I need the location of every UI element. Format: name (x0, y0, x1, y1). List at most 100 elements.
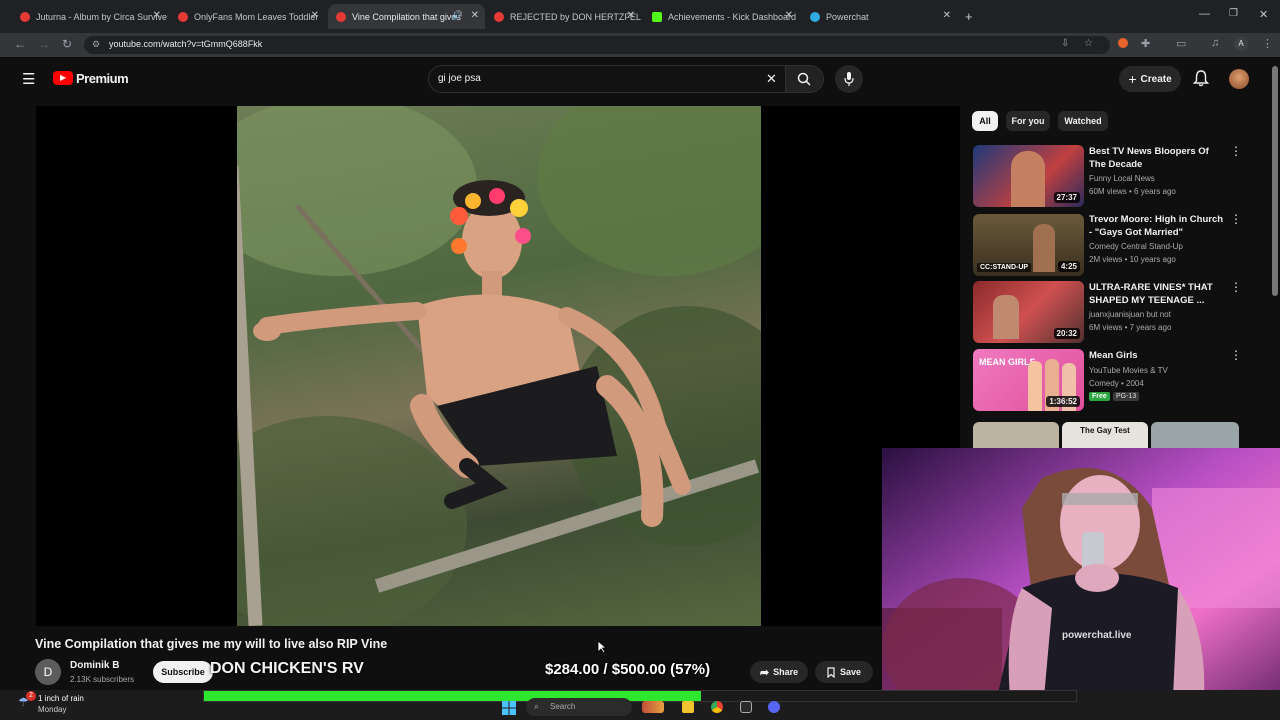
chip-watched[interactable]: Watched (1058, 111, 1108, 131)
share-button[interactable]: ➦ Share (750, 661, 808, 683)
new-tab-icon[interactable]: + (965, 9, 973, 24)
related-video-channel[interactable]: Comedy Central Stand-Up (1089, 242, 1183, 251)
subscribe-button[interactable]: Subscribe (153, 661, 213, 683)
browser-tab-active[interactable]: Vine Compilation that gives 🔊 ✕ (328, 4, 485, 29)
sidebar-scrollbar[interactable] (1272, 66, 1278, 296)
duration-badge: 27:37 (1053, 192, 1080, 203)
address-bar[interactable]: ⚙ youtube.com/watch?v=tGmmQ688Fkk ⇩ ☆ (84, 36, 1110, 54)
reload-icon[interactable]: ↻ (62, 37, 72, 51)
notifications-bell-icon[interactable] (1193, 70, 1209, 87)
account-avatar[interactable] (1229, 69, 1249, 89)
search-button[interactable] (786, 65, 824, 93)
widgets-icon[interactable] (642, 701, 664, 713)
hamburger-menu-icon[interactable]: ☰ (22, 70, 35, 88)
related-video-title[interactable]: ULTRA-RARE VINES* THAT SHAPED MY TEENAGE… (1089, 281, 1224, 307)
chip-for-you[interactable]: For you (1006, 111, 1050, 131)
short-thumbnail[interactable]: The Gay Test (1062, 422, 1148, 448)
create-button[interactable]: + Create (1119, 66, 1181, 92)
thumbnail-person (1028, 361, 1042, 411)
channel-avatar[interactable]: D (35, 659, 61, 685)
donation-goal-text: $284.00 / $500.00 (57%) (545, 661, 711, 678)
extension-icon[interactable] (1118, 38, 1128, 48)
bookmark-icon (827, 666, 835, 678)
related-video-channel[interactable]: juanxjuanisjuan but not (1089, 310, 1171, 319)
file-explorer-icon[interactable] (682, 701, 694, 713)
search-query-text: gi joe psa (438, 73, 481, 84)
search-input[interactable]: gi joe psa ✕ (428, 65, 786, 93)
close-tab-icon[interactable]: ✕ (471, 10, 479, 21)
browser-tab[interactable]: OnlyFans Mom Leaves Toddler ✕ (170, 4, 325, 29)
taskbar-search-placeholder: Search (550, 702, 576, 711)
powerchat-favicon-icon (810, 11, 820, 22)
video-thumbnail[interactable]: CC:STAND-UP 4:25 (973, 214, 1084, 276)
channel-badge: CC:STAND-UP (977, 263, 1032, 272)
close-tab-icon[interactable]: ✕ (943, 10, 951, 21)
video-thumbnail[interactable]: 20:32 (973, 281, 1084, 343)
site-info-icon[interactable]: ⚙ (92, 39, 100, 50)
browser-tab[interactable]: Juturna - Album by Circa Survive ✕ (12, 4, 167, 29)
discord-taskbar-icon[interactable] (768, 701, 780, 713)
chrome-taskbar-icon[interactable] (711, 701, 723, 713)
close-tab-icon[interactable]: ✕ (153, 10, 161, 21)
close-tab-icon[interactable]: ✕ (627, 10, 635, 21)
back-icon[interactable]: ← (14, 37, 26, 51)
channel-name[interactable]: Dominik B (70, 660, 119, 671)
voice-search-button[interactable] (835, 65, 863, 93)
microphone-icon (844, 72, 854, 86)
minimize-icon[interactable]: — (1199, 8, 1210, 20)
video-thumbnail[interactable]: 27:37 (973, 145, 1084, 207)
related-video-title[interactable]: Trevor Moore: High in Church - "Gays Got… (1089, 213, 1224, 239)
url-text: youtube.com/watch?v=tGmmQ688Fkk (109, 39, 263, 49)
maximize-icon[interactable]: ❐ (1229, 8, 1238, 19)
youtube-premium-logo-text: Premium (76, 71, 129, 86)
duration-badge: 1:36:52 (1046, 396, 1080, 407)
browser-tab[interactable]: Powerchat ✕ (802, 4, 957, 29)
share-arrow-icon: ➦ (759, 666, 770, 679)
more-actions-icon[interactable]: ⋮ (1230, 145, 1242, 157)
related-video-title[interactable]: Best TV News Bloopers Of The Decade (1089, 145, 1224, 171)
save-label: Save (839, 667, 862, 677)
bookmark-star-icon[interactable]: ☆ (1084, 38, 1093, 49)
obs-taskbar-icon[interactable] (740, 701, 752, 713)
related-video-meta: 6M views • 7 years ago (1089, 323, 1172, 332)
audio-playing-icon[interactable]: 🔊 (452, 10, 463, 21)
related-video-title[interactable]: Mean Girls (1089, 349, 1224, 362)
install-app-icon[interactable]: ⇩ (1061, 38, 1069, 49)
save-button[interactable]: Save (815, 661, 873, 683)
short-thumbnail[interactable] (973, 422, 1059, 448)
tab-title: Powerchat (826, 11, 869, 22)
weather-icon[interactable]: ☂ 2 (18, 691, 36, 709)
related-video-meta: Comedy • 2004 (1089, 379, 1144, 388)
taskbar-search[interactable]: ⌕ Search (526, 698, 632, 716)
browser-tab[interactable]: Achievements - Kick Dashboard ✕ (644, 4, 799, 29)
close-window-icon[interactable]: ✕ (1259, 8, 1268, 21)
forward-icon[interactable]: → (38, 37, 50, 51)
youtube-favicon-icon (178, 11, 188, 22)
video-thumbnail[interactable]: MEAN GIRLS 1:36:52 (973, 349, 1084, 411)
browser-menu-icon[interactable]: ⋮ (1262, 37, 1273, 50)
profile-avatar[interactable]: A (1234, 37, 1248, 51)
subscriber-count: 2.13K subscribers (70, 675, 135, 684)
tab-title: Juturna - Album by Circa Survive (36, 11, 167, 22)
video-frame[interactable] (237, 106, 761, 626)
short-thumbnail[interactable] (1151, 422, 1239, 448)
duration-badge: 4:25 (1057, 261, 1080, 272)
youtube-logo-icon[interactable]: ▶ (53, 71, 73, 85)
media-controls-icon[interactable]: ♫ (1211, 37, 1219, 49)
more-actions-icon[interactable]: ⋮ (1230, 349, 1242, 361)
more-actions-icon[interactable]: ⋮ (1230, 213, 1242, 225)
related-video-channel[interactable]: Funny Local News (1089, 174, 1155, 183)
windows-start-icon[interactable] (502, 701, 516, 715)
chip-all[interactable]: All (972, 111, 998, 131)
more-actions-icon[interactable]: ⋮ (1230, 281, 1242, 293)
close-tab-icon[interactable]: ✕ (785, 10, 793, 21)
close-tab-icon[interactable]: ✕ (311, 10, 319, 21)
weather-text[interactable]: 1 inch of rain (38, 694, 84, 703)
side-panel-icon[interactable]: ▭ (1176, 37, 1186, 50)
clear-search-icon[interactable]: ✕ (766, 71, 777, 87)
related-video-meta: 60M views • 6 years ago (1089, 187, 1176, 196)
extensions-puzzle-icon[interactable]: ✚ (1141, 37, 1150, 50)
weather-day: Monday (38, 705, 67, 714)
browser-tab[interactable]: REJECTED by DON HERTZFELDT ✕ (486, 4, 641, 29)
related-video-channel[interactable]: YouTube Movies & TV (1089, 366, 1168, 375)
